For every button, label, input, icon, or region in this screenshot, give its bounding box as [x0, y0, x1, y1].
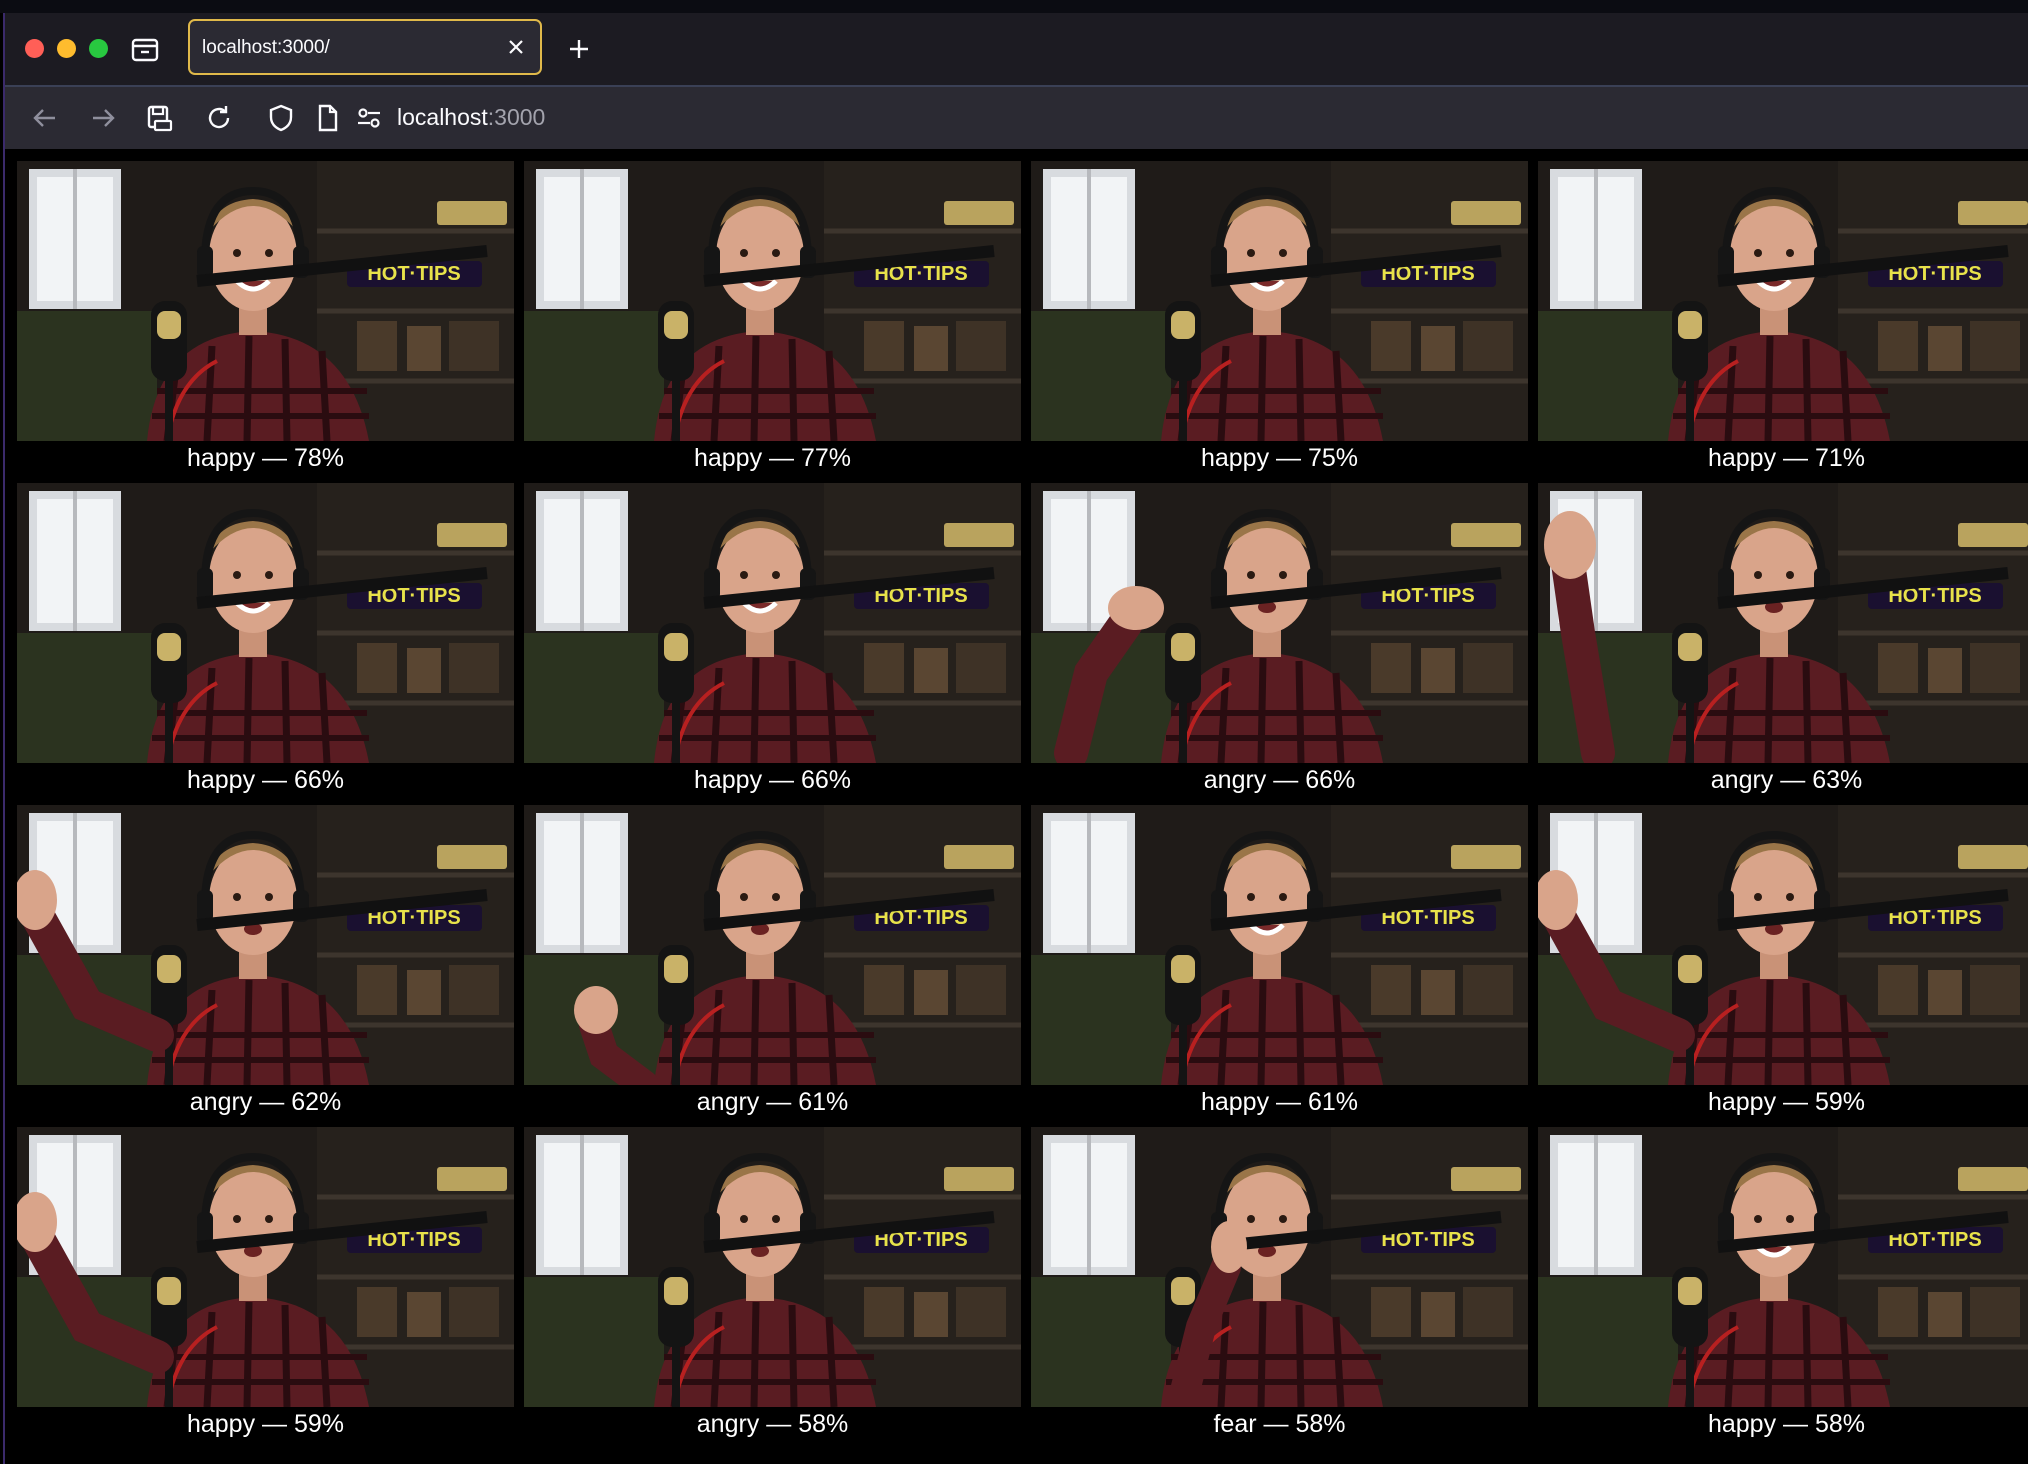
- emotion-label: happy — 66%: [186, 766, 345, 794]
- result-card: HOT·TIPS happy — 59%: [1538, 805, 2028, 1127]
- save-page-icon[interactable]: [143, 102, 175, 134]
- frame-illustration: HOT·TIPS: [524, 483, 1021, 763]
- emotion-label: happy — 71%: [1707, 444, 1866, 472]
- video-frame-image: HOT·TIPS: [17, 483, 514, 763]
- video-frame-image: HOT·TIPS: [17, 805, 514, 1085]
- tab-localhost[interactable]: localhost:3000/: [188, 19, 542, 75]
- frame-illustration: HOT·TIPS: [17, 483, 514, 763]
- emotion-label: angry — 58%: [696, 1410, 849, 1438]
- frame-illustration: HOT·TIPS: [524, 805, 1021, 1085]
- frame-illustration: HOT·TIPS: [17, 1127, 514, 1407]
- video-frame-image: HOT·TIPS: [1538, 805, 2028, 1085]
- emotion-label: happy — 77%: [693, 444, 852, 472]
- frame-illustration: HOT·TIPS: [1031, 483, 1528, 763]
- video-frame-image: HOT·TIPS: [1031, 483, 1528, 763]
- browser-window: localhost:3000/ localhost:3000 HOT·TIPS …: [3, 13, 2028, 1464]
- permissions-icon[interactable]: [353, 102, 385, 134]
- result-card: HOT·TIPS happy — 66%: [17, 483, 514, 805]
- video-frame-image: HOT·TIPS: [524, 805, 1021, 1085]
- tab-overview-icon[interactable]: [129, 33, 161, 65]
- video-frame-image: HOT·TIPS: [1538, 1127, 2028, 1407]
- video-frame-image: HOT·TIPS: [524, 1127, 1021, 1407]
- emotion-label: happy — 61%: [1200, 1088, 1359, 1116]
- emotion-label: angry — 62%: [189, 1088, 342, 1116]
- result-card: HOT·TIPS happy — 66%: [524, 483, 1021, 805]
- video-frame-image: HOT·TIPS: [17, 161, 514, 441]
- url-host: localhost: [397, 104, 488, 130]
- result-card: HOT·TIPS angry — 63%: [1538, 483, 2028, 805]
- frame-illustration: HOT·TIPS: [1538, 483, 2028, 763]
- video-frame-image: HOT·TIPS: [524, 161, 1021, 441]
- result-card: HOT·TIPS happy — 59%: [17, 1127, 514, 1449]
- frame-illustration: HOT·TIPS: [524, 1127, 1021, 1407]
- reload-icon[interactable]: [203, 102, 235, 134]
- shield-icon[interactable]: [265, 102, 297, 134]
- video-frame-image: HOT·TIPS: [1538, 483, 2028, 763]
- result-card: HOT·TIPS angry — 58%: [524, 1127, 1021, 1449]
- emotion-label: angry — 61%: [696, 1088, 849, 1116]
- os-menubar-strip: [0, 0, 2028, 13]
- forward-icon[interactable]: [87, 102, 119, 134]
- emotion-label: happy — 78%: [186, 444, 345, 472]
- frame-illustration: HOT·TIPS: [1538, 805, 2028, 1085]
- frame-illustration: HOT·TIPS: [1031, 1127, 1528, 1407]
- result-card: HOT·TIPS happy — 77%: [524, 161, 1021, 483]
- frame-illustration: HOT·TIPS: [17, 161, 514, 441]
- frame-illustration: HOT·TIPS: [1031, 805, 1528, 1085]
- result-card: HOT·TIPS angry — 66%: [1031, 483, 1528, 805]
- maximize-window-button[interactable]: [89, 39, 108, 58]
- frame-illustration: HOT·TIPS: [524, 161, 1021, 441]
- page-content: HOT·TIPS happy — 78% HOT·TIPS happy — 77% HO…: [5, 149, 2028, 1464]
- emotion-label: happy — 59%: [186, 1410, 345, 1438]
- emotion-label: happy — 58%: [1707, 1410, 1866, 1438]
- new-tab-icon[interactable]: [563, 33, 595, 65]
- emotion-label: fear — 58%: [1213, 1410, 1346, 1438]
- frame-illustration: HOT·TIPS: [1031, 161, 1528, 441]
- video-frame-image: HOT·TIPS: [17, 1127, 514, 1407]
- frame-illustration: HOT·TIPS: [1538, 1127, 2028, 1407]
- emotion-label: angry — 66%: [1203, 766, 1356, 794]
- close-tab-icon[interactable]: [504, 35, 528, 59]
- video-frame-image: HOT·TIPS: [1031, 161, 1528, 441]
- video-frame-image: HOT·TIPS: [524, 483, 1021, 763]
- url-port: :3000: [487, 104, 546, 130]
- result-card: HOT·TIPS happy — 61%: [1031, 805, 1528, 1127]
- minimize-window-button[interactable]: [57, 39, 76, 58]
- tab-bar: localhost:3000/: [5, 13, 2028, 85]
- emotion-label: happy — 59%: [1707, 1088, 1866, 1116]
- page-info-icon[interactable]: [311, 102, 343, 134]
- result-card: HOT·TIPS happy — 58%: [1538, 1127, 2028, 1449]
- close-window-button[interactable]: [25, 39, 44, 58]
- result-card: HOT·TIPS happy — 78%: [17, 161, 514, 483]
- video-frame-image: HOT·TIPS: [1031, 805, 1528, 1085]
- emotion-label: happy — 75%: [1200, 444, 1359, 472]
- result-card: HOT·TIPS happy — 71%: [1538, 161, 2028, 483]
- emotion-label: happy — 66%: [693, 766, 852, 794]
- back-icon[interactable]: [29, 102, 61, 134]
- address-bar[interactable]: localhost:3000: [397, 104, 545, 131]
- result-card: HOT·TIPS angry — 61%: [524, 805, 1021, 1127]
- video-frame-image: HOT·TIPS: [1031, 1127, 1528, 1407]
- emotion-results-grid: HOT·TIPS happy — 78% HOT·TIPS happy — 77% HO…: [17, 161, 2028, 1449]
- result-card: HOT·TIPS angry — 62%: [17, 805, 514, 1127]
- navigation-toolbar: localhost:3000: [5, 85, 2028, 149]
- frame-illustration: HOT·TIPS: [17, 805, 514, 1085]
- video-frame-image: HOT·TIPS: [1538, 161, 2028, 441]
- tab-title: localhost:3000/: [202, 37, 330, 58]
- result-card: HOT·TIPS happy — 75%: [1031, 161, 1528, 483]
- result-card: HOT·TIPS fear — 58%: [1031, 1127, 1528, 1449]
- emotion-label: angry — 63%: [1710, 766, 1863, 794]
- frame-illustration: HOT·TIPS: [1538, 161, 2028, 441]
